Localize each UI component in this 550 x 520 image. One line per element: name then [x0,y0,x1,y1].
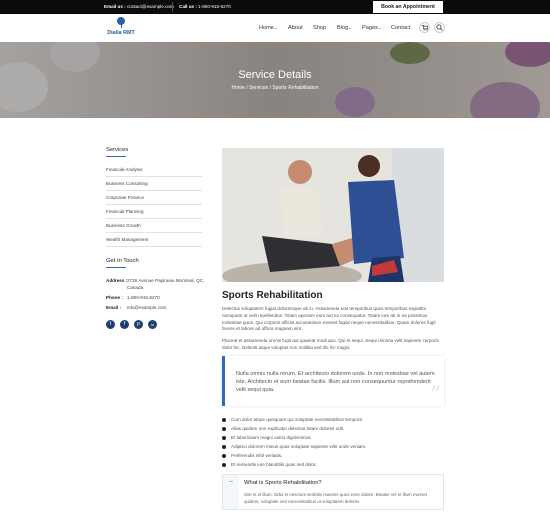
breadcrumb: Home / Services / Sports Rehabilitation [0,85,550,91]
breadcrumb-home[interactable]: Home [231,85,244,91]
list-item: Adipisci dolorem minus quos voluptate sa… [222,444,366,449]
address-line1: 2726 Avenue Papineau Montreal, QC, [127,278,205,283]
contact-phone[interactable]: 1-800-915-6270 [127,295,160,300]
service-title: Sports Rehabilitation [222,290,323,301]
quote-text: Nulla omnis nulla rerum. Et architecto d… [236,371,435,393]
email-label: Email : [106,305,122,310]
nav-item-contact[interactable]: Contact [391,25,410,31]
cart-icon[interactable] [419,22,430,33]
service-paragraph-2: Placeat et assumenda omnis fugit aut qua… [222,338,439,350]
facebook-icon[interactable]: f [120,320,129,329]
book-appointment-button[interactable]: Book an Appointment [373,1,443,13]
sidebar-service-financial-planning[interactable]: Financial Planning [106,205,202,219]
address-label: Address : [106,278,128,283]
logo[interactable]: Dialia RMT [104,17,138,41]
sidebar-service-business-growth[interactable]: Business Growth [106,219,202,233]
pinterest-icon[interactable]: p [134,320,143,329]
quote-mark-icon: ” [429,383,441,408]
breadcrumb-services[interactable]: Services [249,85,268,91]
address-line2: Canada [127,285,144,290]
faq-answer: Sint et et illum. Odio et nesciunt verit… [244,492,428,504]
phone-value[interactable]: 1-800-915-6270 [198,4,231,9]
twitter-icon[interactable]: t [106,320,115,329]
email-label: Email us : [104,4,126,9]
breadcrumb-separator: / [269,85,271,91]
contact-email[interactable]: info@example.com [127,305,166,310]
nav-item-blog[interactable]: Blog⌄ [337,25,352,31]
sidebar-service-business-consulting[interactable]: Business Consulting [106,177,202,191]
service-image [222,148,444,282]
topbar-phone[interactable]: Call us : 1-800-915-6270 [179,4,231,9]
contact-heading: Get In Touch [106,258,139,268]
list-item: Et laboriosam magni animi dignissimos. [222,435,312,440]
call-label: Call us : [179,4,197,9]
phone-label: Phone : [106,295,123,300]
list-item: Et reiciendis iure blanditiis quas sed d… [222,462,317,467]
list-item: Perferendis nihil veritatis. [222,453,282,458]
sidebar-service-corporate-finance[interactable]: Corporate Finance [106,191,202,205]
hero-banner: Service Details Home / Services / Sports… [0,42,550,118]
list-item: Alias quidem non explicabo delectus tota… [222,426,344,431]
email-value[interactable]: contact@example.com [127,4,174,9]
nav-item-pages[interactable]: Pages⌄ [362,25,381,31]
sidebar-service-wealth-management[interactable]: Wealth Management [106,233,202,247]
breadcrumb-separator: / [246,85,248,91]
services-heading: Services [106,147,129,157]
faq-item[interactable]: − What is Sports Rehabilitation? Sint et… [222,474,444,510]
blockquote: Nulla omnis nulla rerum. Et architecto d… [222,356,444,408]
sidebar-service-financial-analysis[interactable]: Financial Analysis [106,163,202,177]
service-paragraph-1: Delectus voluptatem fugiat doloremque ab… [222,306,436,332]
logo-text: Dialia RMT [107,30,135,36]
faq-question[interactable]: What is Sports Rehabilitation? [244,480,322,486]
top-bar: Email us : contact@example.com Call us :… [0,0,550,14]
breadcrumb-current: Sports Rehabilitation [272,85,319,91]
search-icon[interactable] [434,22,445,33]
main-nav: Dialia RMT Home⌄ About Shop Blog⌄ Pages⌄… [0,14,550,42]
page-title: Service Details [238,69,312,81]
nav-item-about[interactable]: About [288,25,303,31]
logo-tree-icon [113,17,129,29]
faq-toggle-icon[interactable]: − [223,475,239,509]
linkedin-icon[interactable]: in [148,320,157,329]
nav-item-shop[interactable]: Shop [313,25,326,31]
topbar-email[interactable]: Email us : contact@example.com [104,4,174,9]
list-item: Cum dolor atque quisquam qui voluptate n… [222,417,363,422]
topbar-divider [172,2,173,12]
nav-item-home[interactable]: Home⌄ [259,25,277,31]
